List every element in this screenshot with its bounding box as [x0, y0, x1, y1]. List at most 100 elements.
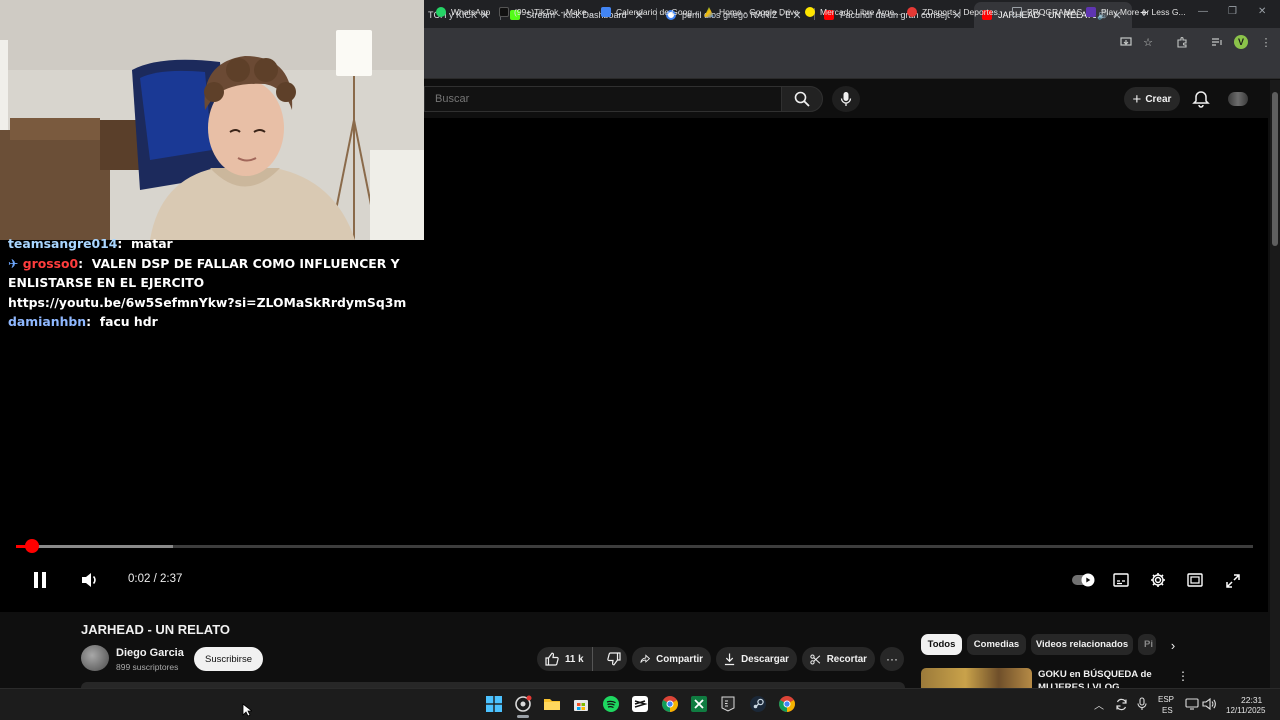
- bookmark-whatsapp[interactable]: WhatsApp: [436, 4, 490, 20]
- chip-partial[interactable]: Pi: [1138, 634, 1156, 655]
- chat-message: damianhbn: facu hdr: [8, 314, 158, 330]
- chip-todos[interactable]: Todos: [921, 634, 962, 655]
- speaker-icon[interactable]: [1201, 694, 1217, 714]
- browser-menu-icon[interactable]: ⋮: [1259, 35, 1273, 49]
- clip-button[interactable]: Recortar: [802, 647, 875, 671]
- recommended-video-thumbnail[interactable]: [921, 668, 1032, 688]
- autoplay-toggle[interactable]: [1072, 572, 1096, 588]
- file-explorer-icon[interactable]: [542, 694, 562, 714]
- chevron-right-icon[interactable]: ›: [1164, 636, 1182, 654]
- dislike-button[interactable]: [599, 647, 621, 671]
- chevron-up-icon[interactable]: ︿: [1091, 694, 1107, 714]
- clock-time[interactable]: 22:31: [1241, 695, 1262, 705]
- chip-videos-relacionados[interactable]: Videos relacionados: [1031, 634, 1133, 655]
- like-count: 11 k: [565, 653, 584, 665]
- bookmark-play-more-or-less[interactable]: Play More or Less G...: [1086, 4, 1186, 20]
- chrome-icon[interactable]: [777, 694, 797, 714]
- plus-icon: +: [1132, 90, 1142, 108]
- bookmark-google-drive[interactable]: Home - Google Drive: [704, 4, 799, 20]
- search-icon: [794, 91, 810, 107]
- page-scrollbar-thumb[interactable]: [1272, 92, 1278, 246]
- bookmark-label: Mercado Libre Arge...: [820, 7, 902, 17]
- clock-date[interactable]: 12/11/2025: [1226, 706, 1265, 715]
- search-input[interactable]: [424, 86, 782, 112]
- progress-bar[interactable]: [16, 545, 1253, 548]
- bookmark-label: (99+)TikTok - Make...: [514, 7, 594, 17]
- sync-icon[interactable]: [1113, 694, 1129, 714]
- bookmark-google-calendar[interactable]: Calendario de Goog...: [601, 4, 699, 20]
- steam-icon[interactable]: [748, 694, 768, 714]
- account-avatar[interactable]: [1228, 92, 1248, 106]
- install-app-icon[interactable]: [1119, 35, 1133, 49]
- theater-mode-icon: [1187, 573, 1203, 587]
- obs-recording-icon[interactable]: [513, 694, 533, 714]
- capcut-icon[interactable]: [630, 694, 650, 714]
- chat-message: teamsangre014: matar: [8, 236, 173, 251]
- channel-avatar[interactable]: [81, 645, 109, 671]
- thumbs-up-icon: [545, 652, 559, 666]
- bookmark-zdsports[interactable]: ZDsports | Deportes...: [907, 4, 1005, 20]
- video-title: JARHEAD - UN RELATO: [81, 622, 231, 637]
- chip-comedias[interactable]: Comedias: [967, 634, 1026, 655]
- kebab-menu-icon[interactable]: ⋮: [1177, 669, 1189, 685]
- mercadolibre-icon: [805, 7, 815, 17]
- zdsports-icon: [907, 7, 917, 17]
- pause-icon: [34, 572, 46, 588]
- epic-games-icon[interactable]: [718, 694, 738, 714]
- bookmark-folder-programas[interactable]: PROGRAMAS: [1012, 4, 1082, 20]
- clip-label: Recortar: [826, 653, 867, 665]
- create-button[interactable]: + Crear: [1124, 87, 1180, 111]
- input-region[interactable]: ES: [1162, 706, 1173, 715]
- excel-icon[interactable]: [689, 694, 709, 714]
- media-controls-icon[interactable]: [1210, 35, 1224, 49]
- microphone-icon[interactable]: [1134, 694, 1150, 714]
- bookmark-mercado-libre[interactable]: Mercado Libre Arge...: [805, 4, 901, 20]
- stream-chat-overlay: teamsangre014: matar ✈ grosso0: VALEN DS…: [8, 234, 418, 332]
- pause-button[interactable]: [30, 570, 50, 590]
- create-label: Crear: [1145, 93, 1172, 105]
- autoplay-toggle-icon: [1072, 573, 1095, 587]
- profile-avatar[interactable]: V: [1234, 35, 1248, 49]
- share-button[interactable]: Compartir: [632, 647, 711, 671]
- bookmark-tiktok[interactable]: (99+)TikTok - Make...: [499, 4, 594, 20]
- like-button[interactable]: 11 k: [537, 647, 593, 671]
- voice-search-button[interactable]: [832, 86, 860, 112]
- webcam-overlay: [0, 0, 424, 240]
- settings-button[interactable]: [1149, 571, 1167, 589]
- windows-start-icon[interactable]: [484, 694, 504, 714]
- subscribe-button[interactable]: Suscribirse: [194, 647, 263, 671]
- network-icon[interactable]: [1184, 694, 1200, 714]
- bookmark-label: Calendario de Goog...: [616, 7, 700, 17]
- progress-buffered: [16, 545, 174, 548]
- tiktok-icon: [499, 7, 509, 17]
- download-button[interactable]: Descargar: [716, 647, 797, 671]
- theater-mode-button[interactable]: [1186, 571, 1204, 589]
- microsoft-store-icon[interactable]: [571, 694, 591, 714]
- channel-name[interactable]: Diego Garcia: [116, 647, 184, 659]
- bookmark-label: PROGRAMAS: [1027, 7, 1083, 17]
- chrome-icon[interactable]: [660, 694, 680, 714]
- mouse-cursor-icon: [242, 703, 252, 717]
- progress-scrubber-handle[interactable]: [25, 539, 40, 553]
- chat-message: ✈ grosso0: VALEN DSP DE FALLAR COMO INFL…: [8, 255, 407, 310]
- notifications-bell-icon[interactable]: [1192, 90, 1210, 108]
- recommended-video-title[interactable]: GOKU en BÚSQUEDA de MUJERES | VLOG: [1038, 668, 1158, 688]
- search-button[interactable]: [781, 86, 823, 112]
- more-actions-button[interactable]: ···: [880, 647, 904, 671]
- spotify-icon[interactable]: [601, 694, 621, 714]
- maximize-icon[interactable]: ❐: [1228, 6, 1237, 17]
- subtitles-button[interactable]: [1112, 571, 1130, 589]
- volume-icon: [82, 573, 96, 587]
- volume-button[interactable]: [80, 571, 100, 589]
- time-display: 0:02 / 2:37: [128, 573, 183, 585]
- extensions-icon[interactable]: [1175, 35, 1189, 49]
- minimize-icon[interactable]: —: [1198, 6, 1208, 17]
- chat-username: damianhbn: [8, 314, 87, 330]
- close-window-icon[interactable]: ✕: [1258, 6, 1266, 17]
- plane-badge-icon: ✈: [8, 255, 19, 271]
- input-language[interactable]: ESP: [1158, 695, 1174, 704]
- bookmark-star-icon[interactable]: ☆: [1141, 35, 1155, 49]
- calendar-icon: [601, 7, 611, 17]
- fullscreen-button[interactable]: [1224, 572, 1242, 590]
- microphone-icon: [840, 92, 852, 106]
